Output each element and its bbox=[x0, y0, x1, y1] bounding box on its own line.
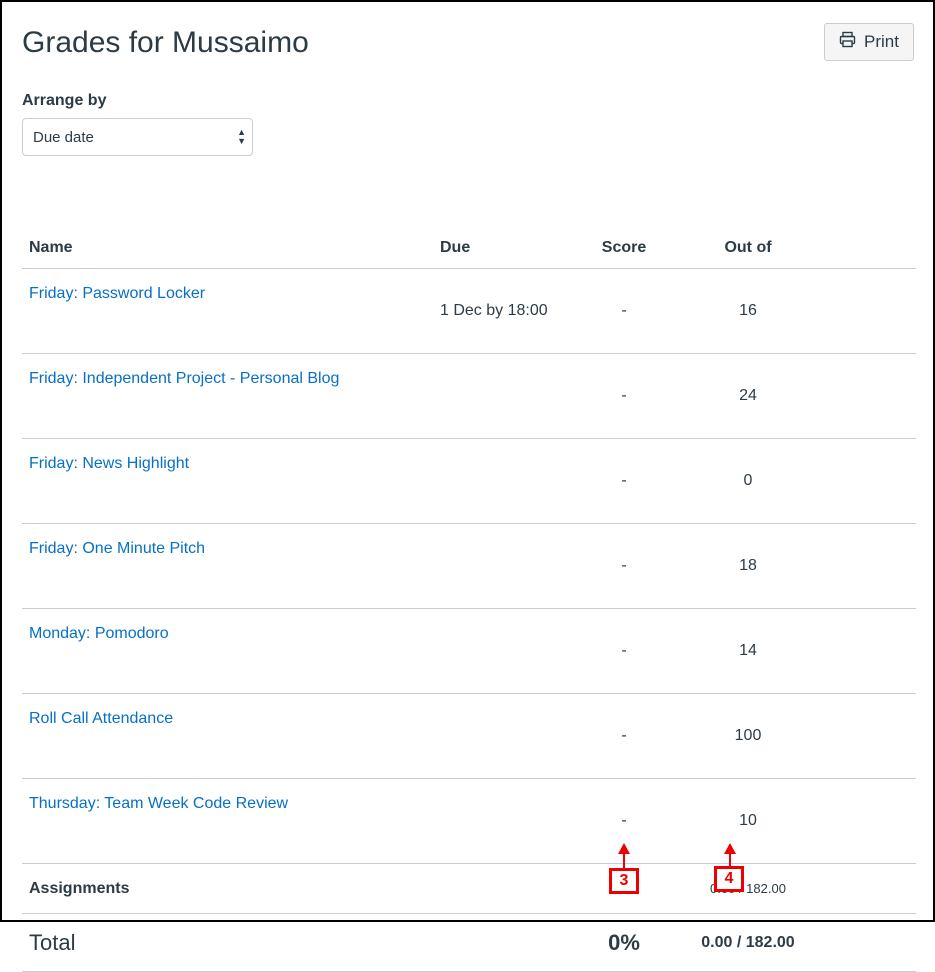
out-of-cell: 18 bbox=[666, 523, 830, 609]
total-out-of: 0.00 / 182.00 bbox=[666, 913, 830, 972]
out-of-cell: 16 bbox=[666, 268, 830, 354]
out-of-cell: 24 bbox=[666, 353, 830, 439]
score-cell: - bbox=[582, 268, 666, 354]
total-label: Total bbox=[22, 913, 433, 972]
score-cell: - bbox=[582, 523, 666, 609]
table-row: Monday: Pomodoro - 14 bbox=[22, 608, 916, 694]
table-row: Friday: One Minute Pitch - 18 bbox=[22, 523, 916, 609]
assignment-link[interactable]: Friday: One Minute Pitch bbox=[29, 540, 205, 557]
out-of-cell: 0 bbox=[666, 438, 830, 524]
out-of-cell: 14 bbox=[666, 608, 830, 694]
out-of-cell: 100 bbox=[666, 693, 830, 779]
assignments-out-of: 0.00 / 182.00 bbox=[666, 863, 830, 914]
score-cell: - bbox=[582, 438, 666, 524]
assignments-label: Assignments bbox=[22, 863, 433, 914]
page-title: Grades for Mussaimo bbox=[22, 26, 309, 59]
table-row: Friday: Independent Project - Personal B… bbox=[22, 353, 916, 439]
due-cell bbox=[433, 608, 582, 694]
header-score[interactable]: Score bbox=[582, 228, 666, 269]
grades-table: Name Due Score Out of Friday: Password L… bbox=[22, 228, 916, 972]
annotation-marker-4: 4 bbox=[714, 866, 744, 892]
score-cell: - bbox=[582, 353, 666, 439]
table-row: Roll Call Attendance - 100 bbox=[22, 693, 916, 779]
due-cell bbox=[433, 353, 582, 439]
header-spacer bbox=[830, 228, 916, 269]
assignment-link[interactable]: Friday: News Highlight bbox=[29, 455, 189, 472]
arrange-by-label: Arrange by bbox=[22, 92, 107, 109]
due-cell bbox=[433, 438, 582, 524]
arrange-by-value: Due date bbox=[33, 128, 94, 146]
select-arrows-icon: ▲ ▼ bbox=[237, 127, 246, 146]
print-button[interactable]: Print bbox=[824, 23, 914, 61]
score-cell: - bbox=[582, 693, 666, 779]
total-row: Total 0% 0.00 / 182.00 bbox=[22, 913, 916, 972]
arrow-marker-3 bbox=[618, 843, 630, 870]
table-row: Friday: Password Locker 1 Dec by 18:00 -… bbox=[22, 268, 916, 354]
header-name[interactable]: Name bbox=[22, 228, 433, 269]
printer-icon bbox=[839, 31, 856, 53]
header-out-of[interactable]: Out of bbox=[666, 228, 830, 269]
total-score: 0% bbox=[582, 913, 666, 972]
grades-page: Grades for Mussaimo Print Arrange by Due… bbox=[0, 0, 935, 972]
due-cell: 1 Dec by 18:00 bbox=[433, 268, 582, 354]
due-cell bbox=[433, 778, 582, 864]
annotation-marker-3: 3 bbox=[609, 868, 639, 894]
assignment-link[interactable]: Roll Call Attendance bbox=[29, 710, 173, 727]
table-header-row: Name Due Score Out of bbox=[22, 228, 916, 269]
print-label: Print bbox=[864, 32, 899, 51]
assignment-link[interactable]: Monday: Pomodoro bbox=[29, 625, 169, 642]
assignments-summary-row: Assignments 0% 0.00 / 182.00 bbox=[22, 863, 916, 914]
header-due[interactable]: Due bbox=[433, 228, 582, 269]
table-row: Thursday: Team Week Code Review - 10 bbox=[22, 778, 916, 864]
due-cell bbox=[433, 693, 582, 779]
due-cell bbox=[433, 523, 582, 609]
assignment-link[interactable]: Friday: Independent Project - Personal B… bbox=[29, 370, 339, 387]
table-row: Friday: News Highlight - 0 bbox=[22, 438, 916, 524]
score-cell: - bbox=[582, 608, 666, 694]
arrange-by-select[interactable]: Due date ▲ ▼ bbox=[22, 118, 253, 156]
assignment-link[interactable]: Thursday: Team Week Code Review bbox=[29, 795, 288, 812]
assignment-link[interactable]: Friday: Password Locker bbox=[29, 285, 205, 302]
